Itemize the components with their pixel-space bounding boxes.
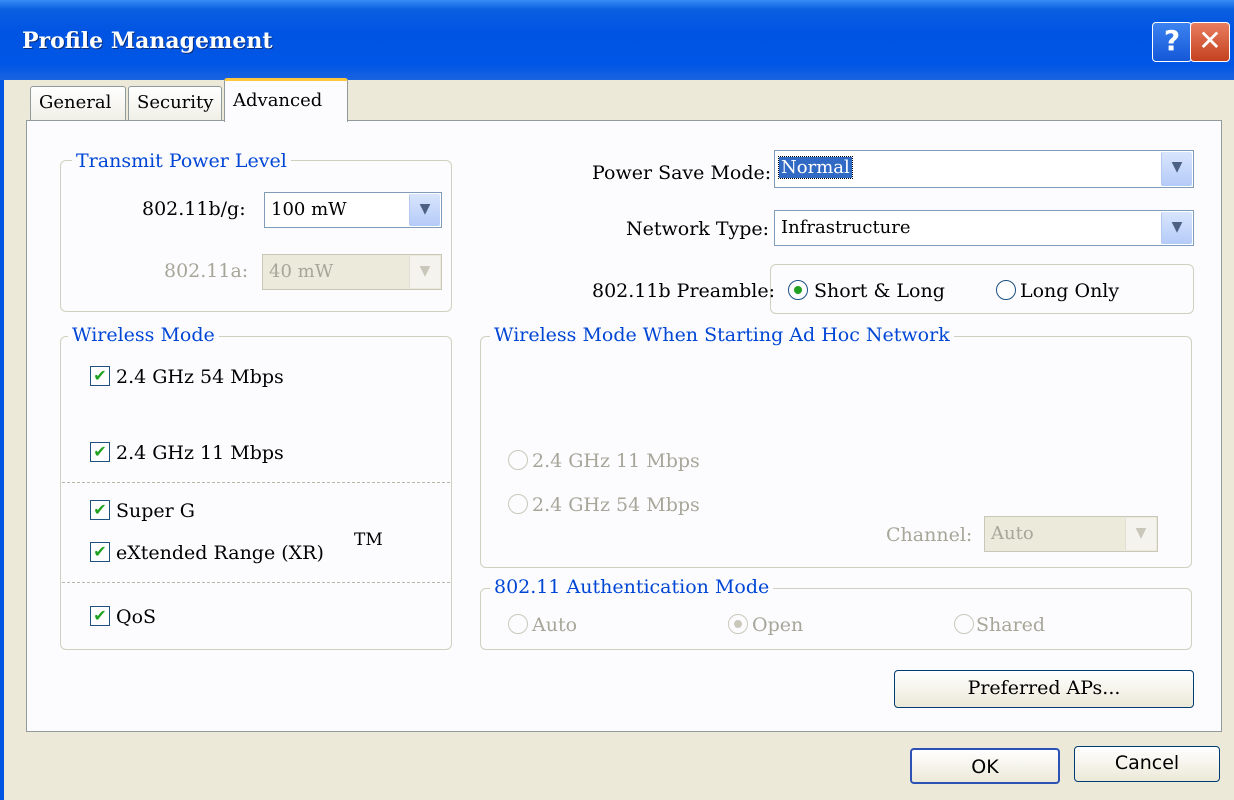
- checkbox-qos-label[interactable]: QoS: [116, 606, 156, 628]
- adhoc-11mbps-radio: [508, 450, 528, 470]
- chevron-down-icon[interactable]: ▼: [1161, 152, 1192, 186]
- channel-value: Auto: [991, 523, 1034, 544]
- bg-power-value: 100 mW: [271, 199, 347, 220]
- tab-general[interactable]: General: [30, 86, 126, 120]
- chevron-down-icon: ▼: [1125, 518, 1156, 550]
- auth-shared-label: Shared: [976, 614, 1046, 636]
- wireless-mode-legend: Wireless Mode: [68, 324, 219, 346]
- checkbox-54mbps[interactable]: ✔: [90, 366, 110, 386]
- preamble-short-long-radio[interactable]: [788, 280, 808, 300]
- checkbox-54mbps-label[interactable]: 2.4 GHz 54 Mbps: [116, 366, 284, 388]
- power-save-value: Normal: [778, 156, 853, 179]
- trademark-mark: TM: [354, 530, 383, 550]
- bg-power-label: 802.11b/g:: [142, 198, 246, 220]
- preamble-short-long-label[interactable]: Short & Long: [814, 280, 945, 302]
- divider: [62, 482, 450, 483]
- auth-mode-legend: 802.11 Authentication Mode: [490, 576, 774, 598]
- adhoc-54mbps-label: 2.4 GHz 54 Mbps: [532, 494, 700, 516]
- channel-select: Auto ▼: [984, 516, 1158, 552]
- checkbox-xr[interactable]: ✔: [90, 542, 110, 562]
- preamble-long-only-radio[interactable]: [996, 280, 1016, 300]
- power-save-label: Power Save Mode:: [592, 162, 772, 184]
- adhoc-mode-legend: Wireless Mode When Starting Ad Hoc Netwo…: [490, 324, 954, 346]
- adhoc-54mbps-radio: [508, 494, 528, 514]
- chevron-down-icon[interactable]: ▼: [1161, 212, 1192, 244]
- ok-button[interactable]: OK: [910, 748, 1060, 784]
- auth-open-radio: [728, 614, 748, 634]
- window-title: Profile Management: [22, 28, 273, 54]
- preamble-long-only-label[interactable]: Long Only: [1020, 280, 1119, 302]
- auth-auto-radio: [508, 614, 528, 634]
- checkbox-super-g-label[interactable]: Super G: [116, 500, 195, 522]
- power-save-select[interactable]: Normal ▼: [774, 150, 1194, 188]
- title-bar: Profile Management ? ✕: [0, 0, 1234, 80]
- a-power-value: 40 mW: [269, 261, 334, 282]
- auth-open-label: Open: [752, 614, 804, 636]
- bg-power-select[interactable]: 100 mW ▼: [264, 192, 442, 228]
- tab-security[interactable]: Security: [128, 86, 222, 120]
- auth-shared-radio: [954, 614, 974, 634]
- tab-advanced[interactable]: Advanced: [224, 78, 348, 122]
- network-type-select[interactable]: Infrastructure ▼: [774, 210, 1194, 246]
- network-type-value: Infrastructure: [781, 217, 911, 238]
- transmit-power-legend: Transmit Power Level: [72, 150, 291, 172]
- divider: [62, 582, 450, 583]
- preferred-aps-button[interactable]: Preferred APs...: [894, 670, 1194, 708]
- chevron-down-icon: ▼: [409, 256, 440, 288]
- cancel-button[interactable]: Cancel: [1074, 746, 1220, 782]
- a-power-select: 40 mW ▼: [262, 254, 442, 290]
- checkbox-xr-label[interactable]: eXtended Range (XR): [116, 542, 324, 564]
- chevron-down-icon[interactable]: ▼: [409, 194, 440, 226]
- auth-auto-label: Auto: [532, 614, 578, 636]
- network-type-label: Network Type:: [626, 218, 770, 240]
- adhoc-11mbps-label: 2.4 GHz 11 Mbps: [532, 450, 700, 472]
- help-icon[interactable]: ?: [1152, 22, 1192, 62]
- checkbox-qos[interactable]: ✔: [90, 606, 110, 626]
- checkbox-super-g[interactable]: ✔: [90, 500, 110, 520]
- channel-label: Channel:: [886, 524, 973, 546]
- checkbox-11mbps-label[interactable]: 2.4 GHz 11 Mbps: [116, 442, 284, 464]
- preamble-label: 802.11b Preamble:: [592, 280, 776, 302]
- checkbox-11mbps[interactable]: ✔: [90, 442, 110, 462]
- close-icon[interactable]: ✕: [1190, 22, 1230, 62]
- a-power-label: 802.11a:: [164, 260, 249, 282]
